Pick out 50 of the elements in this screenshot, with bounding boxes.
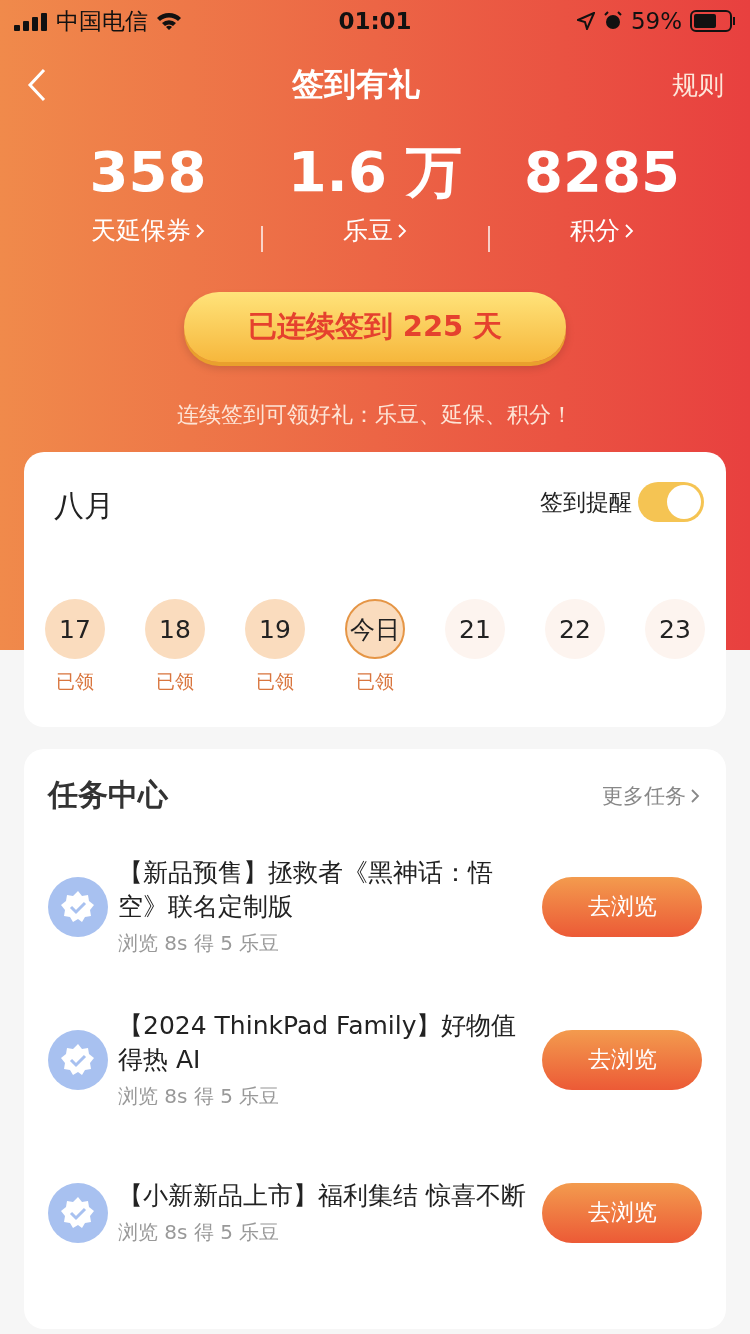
verified-badge-icon: [48, 1182, 108, 1243]
battery-percent-text: 59%: [630, 8, 682, 34]
chevron-right-icon: [690, 787, 700, 804]
day-circle[interactable]: 17: [45, 599, 105, 659]
stat-link[interactable]: 积分: [570, 214, 634, 247]
location-arrow-icon: [576, 12, 595, 30]
more-tasks-link[interactable]: 更多任务: [602, 781, 700, 810]
task-title: 【新品预售】拯救者《黑神话：悟空》联名定制版: [118, 857, 494, 923]
stat-value: 358: [89, 138, 207, 206]
verified-badge-icon: [48, 1029, 108, 1090]
day-circle[interactable]: 23: [645, 599, 705, 659]
wifi-icon: [156, 11, 182, 31]
month-label: 八月: [54, 487, 114, 525]
day-circle[interactable]: 21: [445, 599, 505, 659]
reminder-label: 签到提醒: [540, 487, 632, 517]
claimed-label: 已领: [156, 669, 194, 694]
claimed-label: 已领: [356, 669, 394, 694]
browse-button[interactable]: 去浏览: [542, 876, 702, 937]
stat-link[interactable]: 乐豆: [343, 214, 407, 247]
claimed-label: 已领: [56, 669, 94, 694]
stat-value: 8285: [524, 138, 680, 206]
verified-badge-icon: [48, 876, 108, 937]
day-circle[interactable]: 22: [545, 599, 605, 659]
alarm-clock-icon: [602, 11, 623, 31]
chevron-right-icon: [397, 222, 407, 239]
rules-link[interactable]: 规则: [664, 67, 724, 103]
hint-text: 连续签到可领好礼：乐豆、延保、积分！: [176, 401, 574, 429]
chevron-right-icon: [624, 222, 634, 239]
reminder-switch[interactable]: [638, 482, 704, 522]
task-reward: 浏览 8s 得 5 乐豆: [118, 930, 281, 957]
section-title: 任务中心: [48, 776, 168, 814]
task-reward: 浏览 8s 得 5 乐豆: [118, 1083, 281, 1110]
task-reward: 浏览 8s 得 5 乐豆: [118, 1219, 281, 1246]
chevron-right-icon: [195, 222, 205, 239]
signal-icon: [14, 11, 48, 31]
battery-icon: [690, 10, 736, 32]
task-title: 【小新新品上市】福利集结 惊喜不断: [118, 1180, 526, 1212]
day-circle[interactable]: 今日: [345, 599, 405, 659]
browse-button[interactable]: 去浏览: [542, 1182, 702, 1243]
day-circle[interactable]: 19: [245, 599, 305, 659]
stat-value: 1.6 万: [287, 138, 463, 206]
task-title: 【2024 ThinkPad Family】好物值得热 AI: [118, 1010, 518, 1076]
back-icon[interactable]: [26, 68, 48, 102]
stat-link[interactable]: 天延保券: [91, 214, 205, 247]
carrier-text: 中国电信: [56, 6, 148, 36]
day-circle[interactable]: 18: [145, 599, 205, 659]
clock-text: 01:01: [338, 8, 412, 34]
browse-button[interactable]: 去浏览: [542, 1029, 702, 1090]
claimed-label: 已领: [256, 669, 294, 694]
page-title: 签到有礼: [291, 64, 421, 105]
